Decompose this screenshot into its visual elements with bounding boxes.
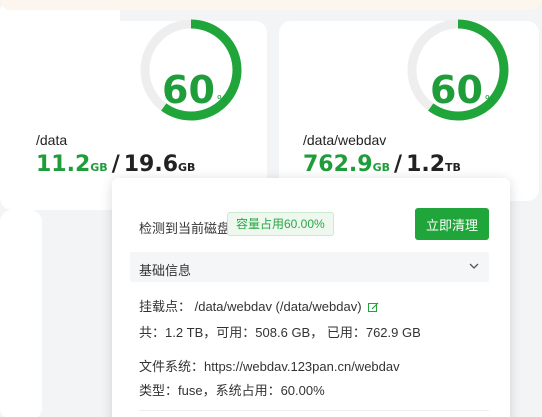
basic-info-collapse-header[interactable]: 基础信息 (130, 252, 489, 282)
capacity-badge: 容量占用60.00% (227, 212, 334, 236)
divider (139, 410, 489, 411)
space-summary-line: 共：1.2 TB，可用：508.6 GB， 已用：762.9 GB (139, 325, 421, 340)
used-value: 11.2 (36, 152, 91, 177)
type-line: 类型：fuse，系统占用：60.00% (139, 383, 325, 398)
disk-detail-popover: 检测到当前磁盘 容量占用60.00% 立即清理 基础信息 挂载点： /data/… (112, 178, 510, 417)
disk-path-label: /data/webdav (303, 132, 387, 148)
total-unit: TB (445, 161, 461, 174)
used-value: 762.9 (303, 152, 373, 177)
section-title: 基础信息 (139, 263, 192, 278)
used-unit: GB (372, 161, 391, 174)
disk-path-label: /data (36, 132, 68, 148)
mount-point-line: 挂载点： /data/webdav (/data/webdav) (139, 296, 379, 315)
clean-now-button[interactable]: 立即清理 (415, 208, 489, 240)
disk-usage-summary: 762.9GB/1.2TB (303, 152, 461, 177)
detect-label: 检测到当前磁盘 (139, 221, 231, 236)
chevron-down-icon (469, 263, 479, 269)
usage-percent-webdav: 60% (430, 68, 496, 112)
usage-percent-data: 60% (162, 68, 228, 112)
total-value: 19.6 (123, 152, 179, 177)
total-unit: GB (178, 161, 196, 174)
total-value: 1.2 (406, 152, 446, 177)
edit-icon[interactable] (367, 302, 379, 313)
used-unit: GB (90, 161, 108, 174)
top-banner-strip (0, 0, 542, 10)
filesystem-line: 文件系统：https://webdav.123pan.cn/webdav (139, 359, 400, 374)
background-card (0, 210, 42, 417)
disk-usage-summary: 11.2GB/19.6GB (36, 152, 196, 177)
